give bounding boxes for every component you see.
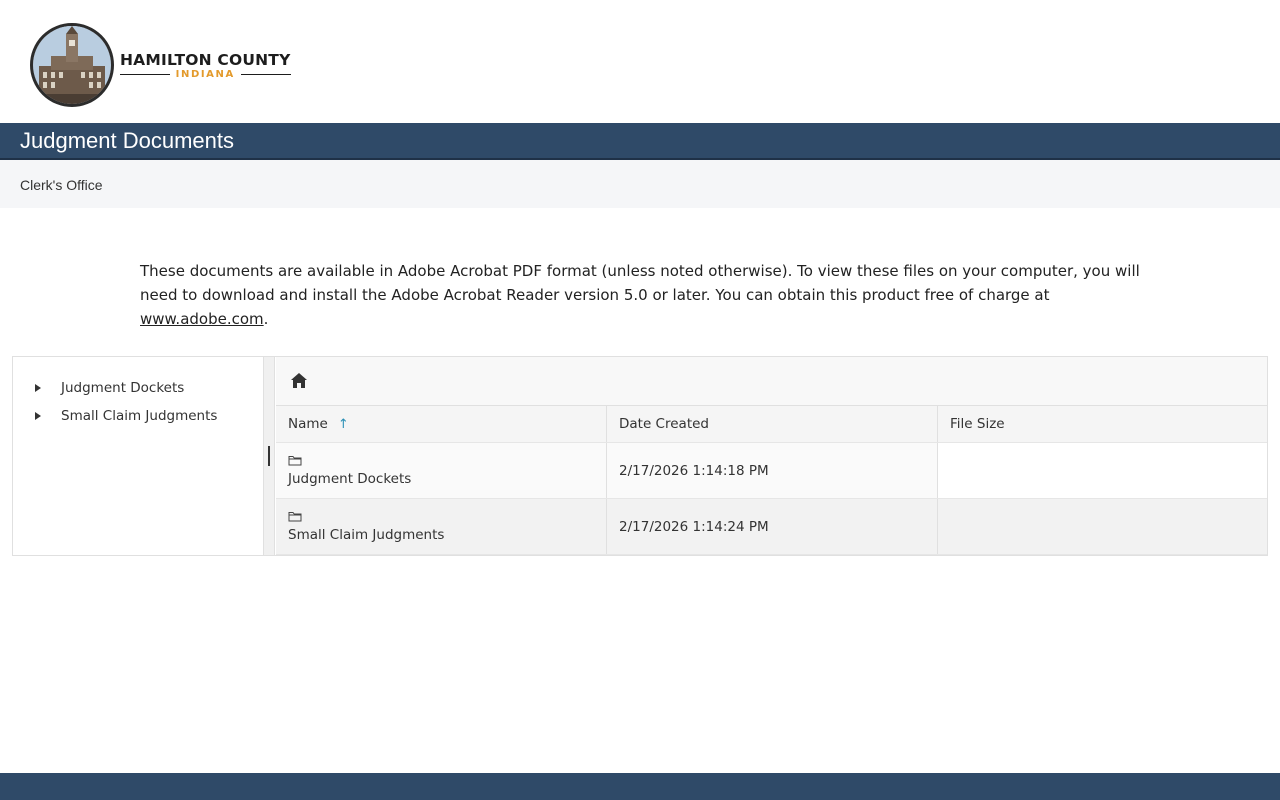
column-header-label: File Size <box>950 416 1005 432</box>
file-size-cell <box>938 443 1267 498</box>
home-icon[interactable] <box>291 373 309 389</box>
logo-subtitle: INDIANA <box>175 68 235 80</box>
date-created-cell: 2/17/2026 1:14:18 PM <box>607 443 938 498</box>
page-title: Judgment Documents <box>20 128 234 153</box>
adobe-link[interactable]: www.adobe.com <box>140 310 264 328</box>
intro-text-end: . <box>263 310 269 328</box>
name-cell[interactable]: Small Claim Judgments <box>276 499 607 554</box>
expand-caret-icon[interactable] <box>35 384 41 392</box>
date-created-cell: 2/17/2026 1:14:24 PM <box>607 499 938 554</box>
file-manager: Judgment Dockets Small Claim Judgments N… <box>12 356 1268 556</box>
column-header-label: Name <box>288 416 328 432</box>
column-header-file-size[interactable]: File Size <box>938 406 1267 442</box>
file-size-cell <box>938 499 1267 554</box>
grid-header-row: Name ↑ Date Created File Size <box>276 406 1267 443</box>
folder-name: Judgment Dockets <box>288 471 412 487</box>
site-header: HAMILTON COUNTY INDIANA <box>0 0 1280 123</box>
table-row[interactable]: Small Claim Judgments 2/17/2026 1:14:24 … <box>276 499 1267 555</box>
column-header-label: Date Created <box>619 416 709 432</box>
breadcrumb-item[interactable]: Clerk's Office <box>20 177 103 193</box>
toolbar <box>276 357 1267 406</box>
splitter-grip[interactable] <box>268 446 270 466</box>
date-created-value: 2/17/2026 1:14:18 PM <box>619 462 769 479</box>
intro-paragraph: These documents are available in Adobe A… <box>140 259 1150 331</box>
page-title-bar: Judgment Documents <box>0 123 1280 160</box>
logo-title: HAMILTON COUNTY <box>120 50 291 69</box>
folder-icon <box>288 512 302 522</box>
divider <box>240 73 291 75</box>
tree-item-judgment-dockets[interactable]: Judgment Dockets <box>35 377 184 399</box>
breadcrumb: Clerk's Office <box>0 160 1280 208</box>
intro-text: These documents are available in Adobe A… <box>140 262 1140 304</box>
folder-name: Small Claim Judgments <box>288 527 445 543</box>
sort-ascending-icon: ↑ <box>337 416 349 432</box>
tree-item-small-claim-judgments[interactable]: Small Claim Judgments <box>35 405 217 427</box>
tree-item-label: Judgment Dockets <box>61 380 185 396</box>
date-created-value: 2/17/2026 1:14:24 PM <box>619 518 769 535</box>
pane-splitter[interactable] <box>264 357 275 555</box>
folder-icon <box>288 456 302 466</box>
expand-caret-icon[interactable] <box>35 412 41 420</box>
divider <box>120 73 170 75</box>
county-logo[interactable]: HAMILTON COUNTY INDIANA <box>30 22 291 108</box>
site-footer <box>0 773 1280 800</box>
table-row[interactable]: Judgment Dockets 2/17/2026 1:14:18 PM <box>276 443 1267 499</box>
folder-tree: Judgment Dockets Small Claim Judgments <box>13 357 264 555</box>
content-pane: Name ↑ Date Created File Size Judgment D… <box>276 357 1267 555</box>
file-grid: Name ↑ Date Created File Size Judgment D… <box>276 406 1267 555</box>
name-cell[interactable]: Judgment Dockets <box>276 443 607 498</box>
column-header-date-created[interactable]: Date Created <box>607 406 938 442</box>
courthouse-seal-image <box>30 23 114 107</box>
logo-wordmark: HAMILTON COUNTY INDIANA <box>120 51 291 80</box>
column-header-name[interactable]: Name ↑ <box>276 406 607 442</box>
tree-item-label: Small Claim Judgments <box>61 408 218 424</box>
